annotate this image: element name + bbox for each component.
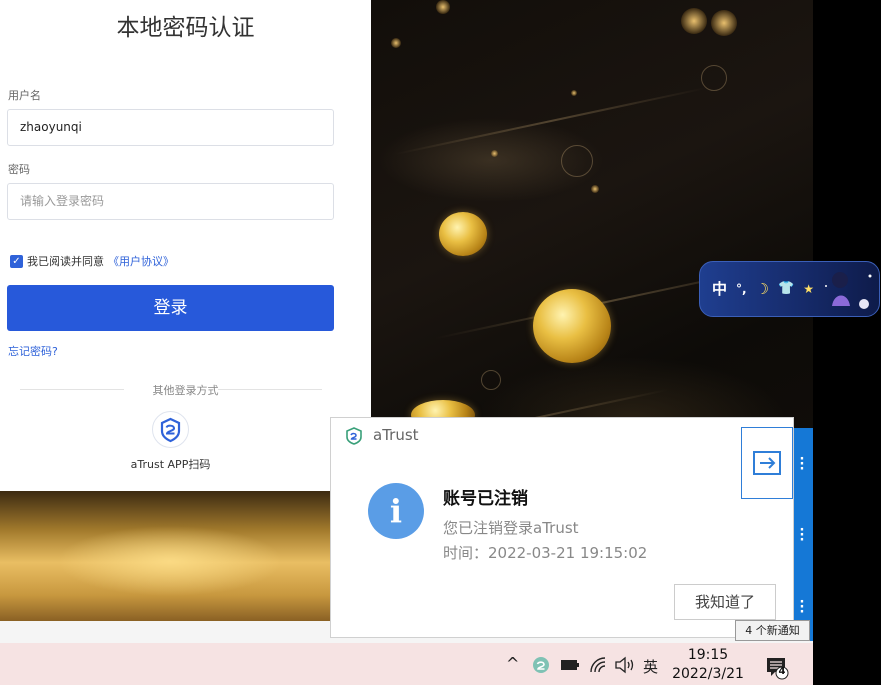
speaker-icon[interactable] (614, 656, 636, 674)
notification-app-name: aTrust (373, 426, 419, 444)
notification-body: 您已注销登录aTrust (443, 519, 579, 537)
coin-small (439, 212, 487, 256)
agreement-row: ✓ 我已阅读并同意 《用户协议》 (10, 253, 174, 269)
show-hidden-icons-button[interactable]: ^ (506, 654, 519, 673)
atrust-tray-icon[interactable] (531, 655, 551, 675)
more-options-icon[interactable]: · · · (799, 596, 805, 619)
agree-checkbox[interactable]: ✓ (10, 254, 23, 268)
acknowledge-button[interactable]: 我知道了 (674, 584, 776, 620)
more-options-icon[interactable]: · · · (799, 524, 805, 547)
notification-toast[interactable]: aTrust i 账号已注销 您已注销登录aTrust 时间：2022-03-2… (330, 417, 794, 638)
notification-count-tooltip: 4 个新通知 (735, 620, 810, 641)
username-input[interactable]: zhaoyunqi (7, 109, 334, 146)
atrust-scan-button[interactable] (152, 411, 189, 448)
ime-star-icon[interactable]: ★ (803, 282, 814, 296)
atrust-logo-icon (160, 417, 181, 443)
clock-date: 2022/3/21 (672, 666, 744, 682)
notification-title: 账号已注销 (443, 489, 528, 509)
taskbar-clock[interactable]: 19:15 2022/3/21 (668, 646, 748, 684)
forgot-password-link[interactable]: 忘记密码? (8, 343, 58, 359)
info-icon: i (368, 483, 424, 539)
notification-open-button[interactable] (741, 427, 793, 499)
ime-skin-icon[interactable]: 👕 (778, 281, 794, 296)
coin-large (533, 289, 611, 363)
ime-mode[interactable]: 中 (712, 278, 727, 299)
atrust-scan-label: aTrust APP扫码 (130, 458, 211, 471)
other-methods-label: 其他登录方式 (152, 384, 219, 397)
login-button[interactable]: 登录 (7, 285, 334, 331)
user-agreement-link[interactable]: 《用户协议》 (108, 253, 174, 269)
agree-text: 我已阅读并同意 (27, 255, 104, 268)
input-language-indicator[interactable]: 英 (643, 656, 658, 677)
password-input[interactable]: 请输入登录密码 (7, 183, 334, 220)
more-options-icon[interactable]: · · · (799, 453, 805, 476)
page-title: 本地密码认证 (116, 15, 255, 41)
golden-water-image (0, 491, 371, 621)
login-panel: 本地密码认证 用户名 zhaoyunqi 密码 请输入登录密码 ✓ 我已阅读并同… (0, 0, 371, 491)
ime-punct-icon[interactable]: °, (736, 282, 747, 296)
password-label: 密码 (8, 163, 30, 176)
action-center-button[interactable]: 4 (765, 656, 789, 680)
notification-time: 时间：2022-03-21 19:15:02 (443, 544, 648, 562)
notification-count-badge: 4 (778, 666, 786, 677)
open-arrow-icon (753, 451, 781, 475)
username-label: 用户名 (8, 89, 41, 102)
atrust-app-icon (346, 427, 362, 445)
ime-moon-icon[interactable]: ☽ (756, 280, 769, 298)
clock-time: 19:15 (687, 647, 729, 663)
ime-toolbar[interactable]: 中 °, ☽ 👕 ★ (699, 261, 880, 317)
battery-icon[interactable] (560, 658, 580, 672)
ime-girl-illustration-icon (825, 272, 872, 309)
wifi-icon[interactable] (589, 656, 607, 674)
